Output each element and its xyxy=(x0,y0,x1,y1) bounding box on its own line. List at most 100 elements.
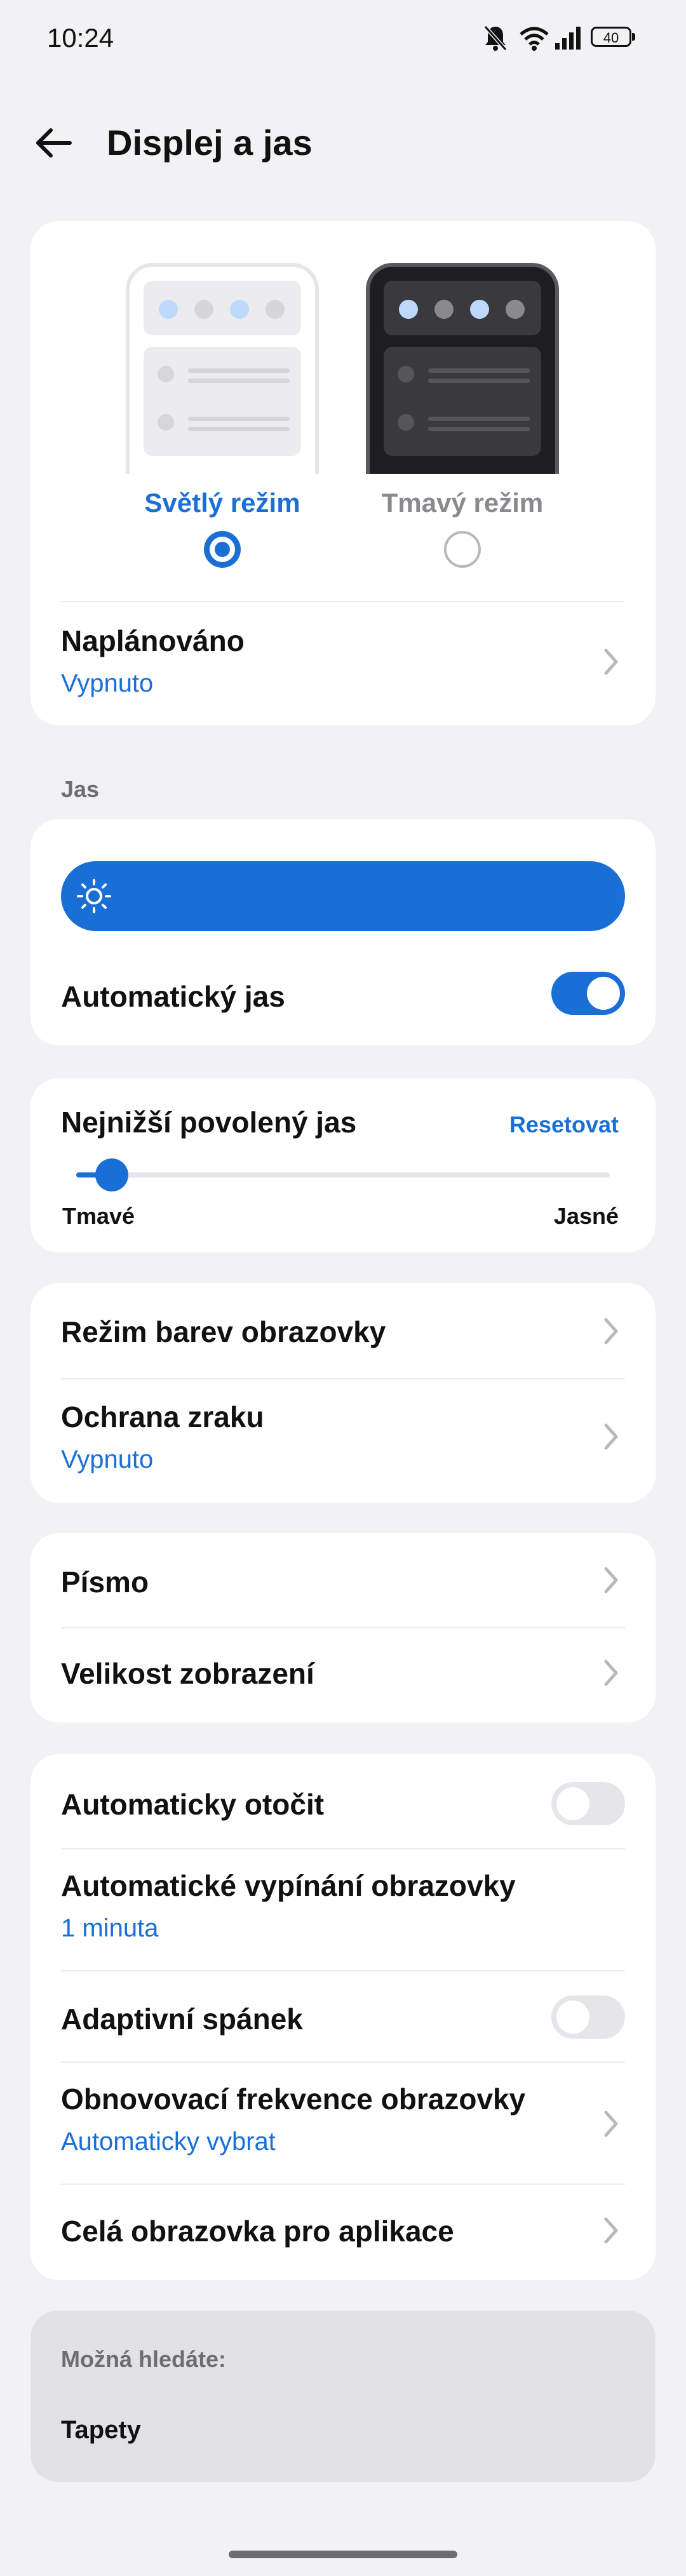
light-mode-radio-dot xyxy=(215,542,230,557)
home-indicator[interactable] xyxy=(229,2551,457,2558)
adaptive-sleep-row[interactable]: Adaptivní spánek xyxy=(30,1971,656,2062)
brightness-section-label: Jas xyxy=(61,776,100,802)
light-list-line-1a xyxy=(188,368,290,373)
auto-rotate-title: Automaticky otočit xyxy=(61,1788,325,1821)
dark-dot-4 xyxy=(506,300,525,319)
light-preview-list xyxy=(144,347,301,456)
adaptive-sleep-toggle[interactable] xyxy=(551,1996,625,2039)
light-dot-2 xyxy=(194,300,213,319)
min-brightness-min-label: Tmavé xyxy=(62,1203,135,1229)
toggle-knob xyxy=(556,2001,589,2034)
min-brightness-max-label: Jasné xyxy=(553,1203,619,1229)
fullscreen-apps-title: Celá obrazovka pro aplikace xyxy=(61,2215,454,2248)
color-card: Režim barev obrazovky Ochrana zraku Vypn… xyxy=(30,1283,656,1503)
dark-list-line-1b xyxy=(428,379,530,383)
dark-preview-top xyxy=(384,281,541,335)
light-list-line-1b xyxy=(188,379,290,383)
color-mode-title: Režim barev obrazovky xyxy=(61,1315,386,1348)
min-brightness-track[interactable] xyxy=(76,1158,610,1191)
min-brightness-thumb[interactable] xyxy=(95,1158,128,1191)
refresh-rate-value: Automaticky vybrat xyxy=(61,2128,276,2156)
chevron-right-icon xyxy=(604,2110,618,2137)
status-bar: 10:24 40 xyxy=(0,0,686,76)
chevron-right-icon xyxy=(604,1567,618,1593)
auto-brightness-title: Automatický jas xyxy=(61,980,285,1013)
battery-level: 40 xyxy=(603,30,619,46)
suggestion-item-tapety[interactable]: Tapety xyxy=(61,2416,141,2445)
fullscreen-apps-row[interactable]: Celá obrazovka pro aplikace xyxy=(30,2185,656,2280)
wifi-icon xyxy=(520,27,549,51)
dark-mode-preview[interactable] xyxy=(366,263,559,474)
screen-timeout-row[interactable]: Automatické vypínání obrazovky 1 minuta xyxy=(30,1849,656,1970)
chevron-right-icon xyxy=(604,1318,618,1345)
light-list-line-2a xyxy=(188,417,290,421)
refresh-rate-row[interactable]: Obnovovací frekvence obrazovky Automatic… xyxy=(30,2063,656,2184)
dark-list-dot-1 xyxy=(398,366,414,382)
display-size-row[interactable]: Velikost zobrazení xyxy=(30,1628,656,1722)
dark-preview-list xyxy=(384,347,541,456)
eye-protection-title: Ochrana zraku xyxy=(61,1400,264,1433)
suggestions-header: Možná hledáte: xyxy=(61,2346,227,2372)
dark-mode-radio[interactable] xyxy=(444,531,481,568)
light-mode-radio[interactable] xyxy=(204,531,241,568)
light-mode-preview[interactable] xyxy=(126,263,319,474)
brightness-card: Automatický jas xyxy=(30,819,656,1045)
min-brightness-title: Nejnižší povolený jas xyxy=(61,1106,357,1139)
theme-card: Světlý režim Tmavý režim Naplánováno Vyp… xyxy=(30,221,656,725)
light-preview-top xyxy=(144,281,301,335)
dark-list-line-2a xyxy=(428,417,530,421)
scheduled-title: Naplánováno xyxy=(61,624,245,657)
light-dot-1 xyxy=(159,300,178,319)
mute-icon xyxy=(483,25,508,51)
eye-protection-value: Vypnuto xyxy=(61,1446,154,1473)
auto-rotate-toggle[interactable] xyxy=(551,1782,625,1825)
auto-rotate-row[interactable]: Automaticky otočit xyxy=(30,1754,656,1848)
eye-protection-row[interactable]: Ochrana zraku Vypnuto xyxy=(30,1379,656,1503)
dark-dot-1 xyxy=(399,300,418,319)
sun-icon xyxy=(77,879,111,913)
screen-card: Automaticky otočit Automatické vypínání … xyxy=(30,1754,656,2280)
font-card: Písmo Velikost zobrazení xyxy=(30,1533,656,1722)
light-list-dot-1 xyxy=(158,366,174,382)
toggle-knob xyxy=(556,1787,589,1820)
chevron-right-icon xyxy=(604,648,618,675)
page-title: Displej a jas xyxy=(107,123,313,163)
screen-timeout-title: Automatické vypínání obrazovky xyxy=(61,1869,516,1902)
battery-icon: 40 xyxy=(591,27,631,47)
font-row[interactable]: Písmo xyxy=(30,1533,656,1627)
dark-dot-3 xyxy=(470,300,489,319)
signal-icon xyxy=(555,27,581,50)
display-size-title: Velikost zobrazení xyxy=(61,1657,314,1690)
scheduled-row[interactable]: Naplánováno Vypnuto xyxy=(30,602,656,725)
dark-list-line-2b xyxy=(428,427,530,431)
refresh-rate-title: Obnovovací frekvence obrazovky xyxy=(61,2083,526,2116)
font-title: Písmo xyxy=(61,1566,149,1599)
toggle-knob xyxy=(587,977,620,1010)
min-brightness-card: Nejnižší povolený jas Resetovat Tmavé Ja… xyxy=(30,1078,656,1252)
light-dot-3 xyxy=(230,300,249,319)
chevron-right-icon xyxy=(604,1660,618,1686)
status-time: 10:24 xyxy=(47,23,114,53)
dark-list-line-1a xyxy=(428,368,530,373)
scheduled-value: Vypnuto xyxy=(61,669,154,697)
light-mode-label: Světlý režim xyxy=(144,488,300,518)
reset-button[interactable]: Resetovat xyxy=(509,1111,619,1138)
auto-brightness-toggle[interactable] xyxy=(551,972,625,1015)
chevron-right-icon xyxy=(604,1423,618,1450)
min-brightness-fill xyxy=(76,1172,98,1177)
color-mode-row[interactable]: Režim barev obrazovky xyxy=(30,1283,656,1378)
back-arrow-icon xyxy=(36,128,72,158)
brightness-slider[interactable] xyxy=(61,861,625,931)
dark-mode-label: Tmavý režim xyxy=(381,488,544,518)
dark-phone-frame xyxy=(366,263,559,474)
back-button[interactable] xyxy=(32,121,76,165)
light-list-line-2b xyxy=(188,427,290,431)
screen-timeout-value: 1 minuta xyxy=(61,1914,159,1942)
adaptive-sleep-title: Adaptivní spánek xyxy=(61,2002,303,2036)
suggestions-card: Možná hledáte: Tapety xyxy=(30,2311,656,2482)
light-dot-4 xyxy=(266,300,285,319)
light-phone-frame xyxy=(126,263,319,474)
light-list-dot-2 xyxy=(158,414,174,431)
battery-tip xyxy=(632,33,635,41)
chevron-right-icon xyxy=(604,2217,618,2244)
